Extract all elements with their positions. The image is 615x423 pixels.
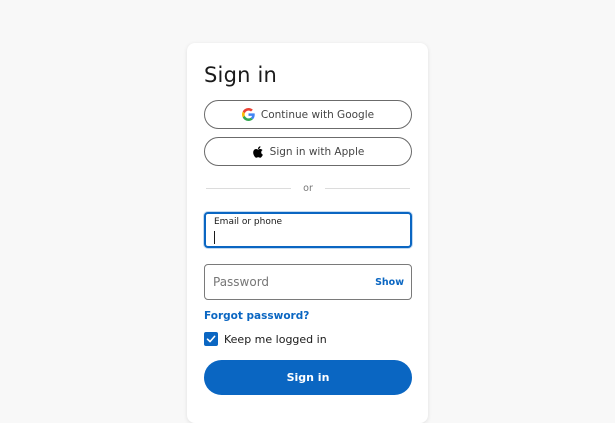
forgot-password-link[interactable]: Forgot password? [204, 310, 309, 322]
email-field-label: Email or phone [214, 217, 283, 227]
google-logo-icon [241, 108, 255, 121]
continue-with-google-button[interactable]: Continue with Google [204, 100, 412, 129]
divider-text: or [303, 182, 313, 194]
sign-in-with-apple-button[interactable]: Sign in with Apple [204, 137, 412, 166]
text-cursor [214, 231, 215, 244]
password-field[interactable]: Password Show [204, 264, 412, 300]
keep-logged-in-checkbox[interactable] [204, 332, 218, 346]
sign-in-card: Sign in Continue with Google Sign in wit… [187, 43, 428, 423]
keep-logged-in-label: Keep me logged in [224, 332, 327, 346]
apple-logo-icon [252, 145, 264, 159]
page-title: Sign in [204, 63, 278, 87]
show-password-button[interactable]: Show [375, 277, 404, 288]
password-placeholder: Password [213, 275, 270, 289]
divider-line-left [206, 187, 292, 189]
email-or-phone-field[interactable]: Email or phone [204, 212, 412, 248]
google-button-label: Continue with Google [260, 108, 375, 121]
or-divider: or [206, 182, 410, 194]
keep-logged-in-row[interactable]: Keep me logged in [204, 332, 327, 346]
apple-button-label: Sign in with Apple [269, 145, 365, 158]
divider-line-right [324, 187, 410, 189]
checkmark-icon [206, 335, 216, 343]
sign-in-button[interactable]: Sign in [204, 360, 412, 395]
